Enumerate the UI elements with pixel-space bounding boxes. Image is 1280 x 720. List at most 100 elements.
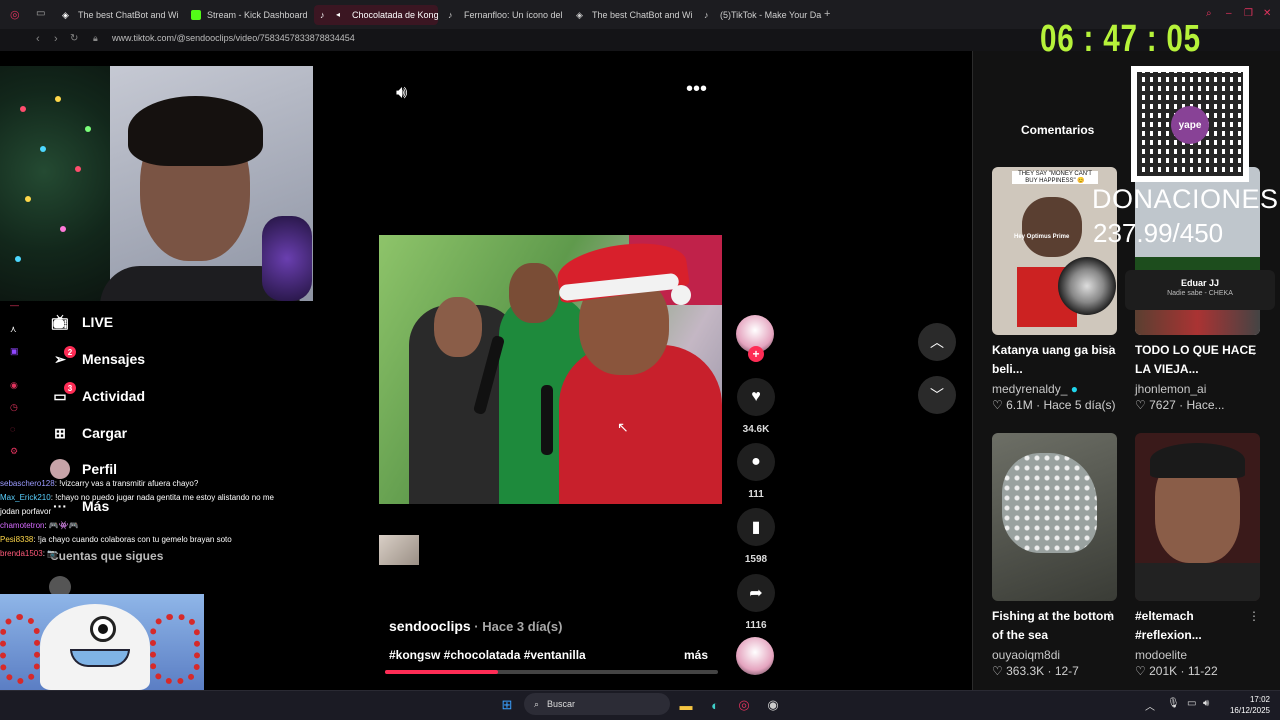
volume-tray-icon[interactable]: 🔊︎ xyxy=(1203,698,1209,709)
minimize-icon[interactable]: – xyxy=(1226,8,1232,19)
chat-message: sebaschero128: !vizcarry vas a transmiti… xyxy=(0,479,199,488)
see-more-link[interactable]: más xyxy=(684,648,708,662)
maximize-icon[interactable]: ❐ xyxy=(1244,8,1253,19)
previous-video-button[interactable]: ︿ xyxy=(918,323,956,361)
forward-icon[interactable]: › xyxy=(54,33,58,45)
chat-message: brenda1503: 📷 xyxy=(0,549,58,558)
microphone-tray-icon[interactable]: 🎙︎ xyxy=(1167,698,1180,709)
like-button[interactable]: ♥ 34.6K xyxy=(736,378,776,435)
heart-icon: ♥ xyxy=(737,378,775,416)
yape-qr-code: yape xyxy=(1131,66,1249,182)
comment-button[interactable]: ● 111 xyxy=(736,443,776,500)
nav-upload[interactable]: ⊞ Cargar xyxy=(50,423,127,443)
video-hashtags[interactable]: #kongsw #chocolatada #ventanilla xyxy=(389,648,586,662)
heart-outline-icon: ♡ xyxy=(992,398,1003,412)
share-icon: ➦ xyxy=(737,574,775,612)
opera-gx-taskbar-icon[interactable]: ◎ xyxy=(735,696,753,714)
card-options-icon[interactable]: ⋮ xyxy=(1248,609,1260,623)
yape-logo: yape xyxy=(1171,106,1209,144)
music-disc-avatar[interactable] xyxy=(736,637,774,675)
tab-fernanfloo[interactable]: ♪ Fernanfloo: Un ícono del xyxy=(442,5,566,25)
video-player[interactable]: ↖ xyxy=(379,235,722,504)
edge-icon[interactable]: ◐ xyxy=(706,696,724,714)
card-options-icon[interactable]: ⋮ xyxy=(1104,609,1116,623)
follow-plus-icon[interactable]: + xyxy=(748,346,764,362)
profile-avatar-icon xyxy=(50,459,70,479)
sidebar-aria-icon[interactable]: ⋏ xyxy=(10,324,17,335)
video-progress-bar[interactable] xyxy=(385,670,718,674)
video-card[interactable]: Fishing at the bottom of the sea ouyaoiq… xyxy=(992,433,1117,678)
workspaces-icon[interactable]: ▭ xyxy=(36,8,45,19)
chatbot-icon: ◈ xyxy=(62,10,69,20)
taskbar-clock[interactable]: 17:02 16/12/2025 xyxy=(1226,694,1270,716)
sidebar-history-icon[interactable]: ◷ xyxy=(10,402,18,413)
chat-message: Pesi8338: !ja chayo cuando colaboras con… xyxy=(0,535,232,544)
close-window-icon[interactable]: ✕ xyxy=(1263,8,1271,19)
donations-label: DONACIONES xyxy=(1092,184,1279,214)
chevron-down-icon: ﹀ xyxy=(930,387,944,403)
tiktok-icon: ♪ xyxy=(448,10,453,20)
video-card[interactable]: #eltemach #reflexion... modoelite ♡ 201K… xyxy=(1135,433,1260,678)
reload-icon[interactable]: ↻ xyxy=(70,33,78,44)
nav-profile[interactable]: Perfil xyxy=(50,459,117,479)
tray-chevron-icon[interactable]: ︿ xyxy=(1145,698,1155,713)
messages-badge: 2 xyxy=(64,346,76,358)
comments-tab[interactable]: Comentarios xyxy=(1021,123,1094,137)
chevron-up-icon: ︿ xyxy=(930,334,944,350)
activity-badge: 3 xyxy=(64,382,76,394)
donations-value: 237.99/450 xyxy=(1093,218,1224,248)
record-icon xyxy=(1058,257,1116,315)
chatbot-icon: ◈ xyxy=(576,10,583,20)
tab-chatbot-1[interactable]: ◈ The best ChatBot and Wi xyxy=(56,5,180,25)
search-icon: ⌕ xyxy=(534,698,540,709)
url-field[interactable]: www.tiktok.com/@sendooclips/video/758345… xyxy=(112,33,355,43)
chat-message: Max_Erick210: !chayo no puedo jugar nada… xyxy=(0,493,274,502)
tiktok-icon: ♪ xyxy=(704,10,709,20)
upload-icon: ⊞ xyxy=(54,424,66,441)
sidebar-twitch-icon[interactable]: ▣ xyxy=(10,346,19,357)
taskbar-search[interactable]: ⌕ Buscar xyxy=(524,693,670,715)
nav-live[interactable]: 📺︎ LIVE xyxy=(50,312,113,332)
search-tabs-icon[interactable]: ⌕ xyxy=(1206,8,1212,19)
card-options-icon[interactable]: ⋮ xyxy=(1104,343,1116,357)
christmas-tree xyxy=(0,66,110,301)
microphone xyxy=(262,216,312,301)
windows-start-icon[interactable]: ⊞ xyxy=(498,696,516,714)
tab-chocolatada-de-kong[interactable]: ♪ ◂ Chocolatada de Kong xyxy=(314,5,438,25)
music-popup: Eduar JJ Nadie sabe - CHEKA xyxy=(1125,270,1275,310)
next-video-button[interactable]: ﹀ xyxy=(918,376,956,414)
card-options-icon[interactable]: ⋮ xyxy=(1248,343,1260,357)
heart-outline-icon: ♡ xyxy=(1135,398,1146,412)
sidebar-settings-icon[interactable]: ⚙ xyxy=(10,446,18,457)
video-author[interactable]: sendooclips · Hace 3 día(s) xyxy=(389,618,562,634)
verified-badge-icon: ● xyxy=(1070,382,1078,396)
bookmark-icon: ▮ xyxy=(737,508,775,546)
share-button[interactable]: ➦ 1116 xyxy=(736,574,776,631)
new-tab-button[interactable]: + xyxy=(824,8,830,20)
heart-outline-icon: ♡ xyxy=(992,664,1003,678)
stream-chat: sebaschero128: !vizcarry vas a transmiti… xyxy=(0,477,313,561)
file-explorer-icon[interactable]: ▬ xyxy=(677,696,695,714)
webcam-overlay xyxy=(0,66,313,301)
tab-kick-dashboard[interactable]: Stream - Kick Dashboard xyxy=(185,5,309,25)
save-button[interactable]: ▮ 1598 xyxy=(736,508,776,565)
heart-outline-icon: ♡ xyxy=(1135,664,1146,678)
volume-icon[interactable]: 🔊︎ xyxy=(396,82,407,103)
forky-overlay-image xyxy=(0,594,204,690)
opera-gx-logo-icon[interactable]: ◎ xyxy=(10,8,20,21)
chat-message: jodan porfavor xyxy=(0,507,52,516)
tab-chatbot-2[interactable]: ◈ The best ChatBot and Wi xyxy=(570,5,694,25)
obs-icon[interactable]: ◉ xyxy=(764,696,782,714)
chat-message: chamotetron: 🎮👾🎮 xyxy=(0,521,79,530)
sidebar-player-icon[interactable]: ◉ xyxy=(10,380,18,391)
video-options-icon[interactable]: ••• xyxy=(686,78,707,101)
speaker-icon: ◂ xyxy=(336,10,341,19)
kick-icon xyxy=(191,10,201,20)
back-icon[interactable]: ‹ xyxy=(36,33,40,45)
sidebar-messenger-icon[interactable]: ◌ xyxy=(10,424,15,434)
tiktok-icon: ♪ xyxy=(320,10,325,20)
sidebar-pin-icon[interactable]: — xyxy=(10,300,19,310)
tab-tiktok-home[interactable]: ♪ (5)TikTok - Make Your Da xyxy=(698,5,822,25)
mouse-cursor-icon: ↖ xyxy=(617,419,629,435)
network-icon[interactable]: ▭ xyxy=(1187,698,1196,709)
